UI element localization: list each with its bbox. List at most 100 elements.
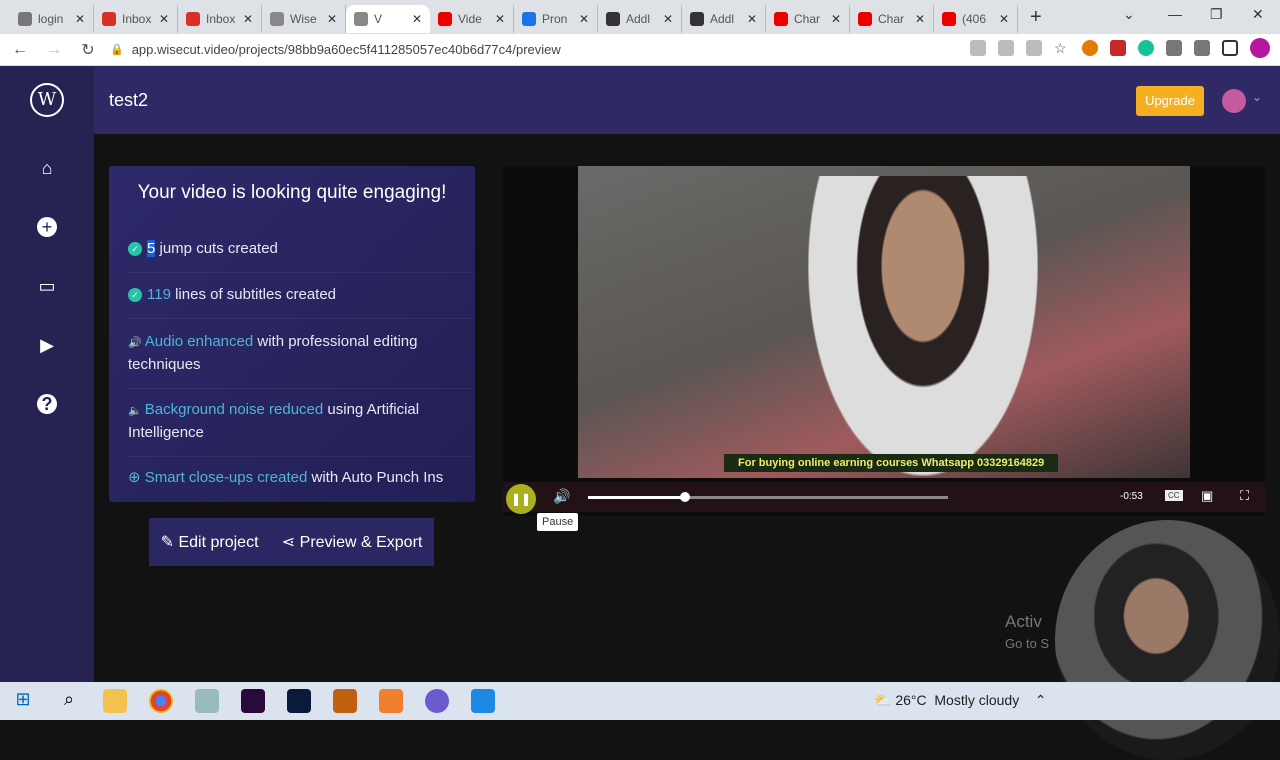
tab-search-icon[interactable]: ⌄ (1123, 6, 1135, 23)
chevron-up-icon[interactable]: ⌃ (1035, 692, 1047, 708)
close-tab-icon[interactable]: ✕ (495, 12, 505, 26)
picture-in-picture-icon[interactable]: ▣ (1201, 488, 1213, 504)
close-tab-icon[interactable]: ✕ (412, 12, 422, 26)
tab-title: Pron (542, 12, 568, 26)
chrome-icon[interactable] (149, 689, 173, 713)
close-tab-icon[interactable]: ✕ (663, 12, 673, 26)
lock-icon[interactable]: 🔒 (110, 43, 124, 56)
puzzle-icon[interactable] (1166, 40, 1182, 56)
browser-tab[interactable]: Vide ✕ (430, 5, 514, 33)
taskbar: ⊞ ⌕ ⛅ 26°C Mostly cloudy ⌃ (0, 682, 1280, 720)
app-icon[interactable] (195, 689, 219, 713)
browser-tab[interactable]: Inbox ✕ (94, 5, 178, 33)
star-icon[interactable]: ☆ (1054, 40, 1070, 56)
reload-icon[interactable]: ↻ (74, 40, 102, 60)
preview-export-button[interactable]: ⋖ Preview & Export (282, 532, 423, 552)
tab-title: Wise (290, 12, 317, 26)
close-tab-icon[interactable]: ✕ (75, 12, 85, 26)
close-tab-icon[interactable]: ✕ (831, 12, 841, 26)
weather-widget[interactable]: ⛅ 26°C Mostly cloudy ⌃ (874, 692, 1047, 709)
browser-tab[interactable]: V ✕ (346, 5, 430, 33)
edit-project-button[interactable]: ✎ Edit project (161, 532, 259, 552)
wisecut-logo[interactable]: W (30, 83, 64, 117)
seek-bar[interactable] (588, 492, 948, 502)
time-remaining: -0:53 (1120, 491, 1143, 502)
chevron-down-icon[interactable]: ⌄ (1252, 90, 1262, 104)
app-icon[interactable] (379, 689, 403, 713)
back-icon[interactable]: ← (6, 41, 34, 59)
app-icon[interactable] (471, 689, 495, 713)
minimize-button[interactable]: — (1168, 6, 1182, 22)
reading-list-icon[interactable] (1194, 40, 1210, 56)
grammarly-icon[interactable] (1138, 40, 1154, 56)
tab-title: Inbox (206, 12, 236, 26)
summary-item-jump-cuts: ✓ 5 jump cuts created (128, 238, 463, 260)
browser-tab[interactable]: Addl ✕ (598, 5, 682, 33)
favicon-icon (102, 12, 116, 26)
close-tab-icon[interactable]: ✕ (999, 12, 1009, 26)
pause-button[interactable]: ❚❚ (506, 484, 536, 514)
app-icon[interactable] (425, 689, 449, 713)
app-header: test2 Upgrade ⌄ (94, 66, 1280, 134)
folder-icon[interactable]: ▭ (37, 276, 57, 296)
search-icon[interactable]: ⌕ (57, 689, 81, 713)
url-field[interactable]: app.wisecut.video/projects/98bb9a60ec5f4… (132, 42, 561, 57)
zoom-in-icon: ⊕ (128, 469, 145, 486)
browser-tab[interactable]: (406 ✕ (934, 5, 1018, 33)
tab-bar: login ✕ Inbox ✕ Inbox ✕ Wise ✕ V ✕ Vide ✕ Pron ✕ Addl ✕… (0, 0, 1280, 34)
favicon-icon (438, 12, 452, 26)
browser-tab[interactable]: Pron ✕ (514, 5, 598, 33)
close-window-button[interactable]: ✕ (1252, 6, 1264, 23)
forward-icon[interactable]: → (40, 41, 68, 59)
help-icon[interactable]: ? (37, 394, 57, 414)
tab-title: Char (878, 12, 905, 26)
share-icon[interactable] (1026, 40, 1042, 56)
premiere-icon[interactable] (241, 689, 265, 713)
photoshop-icon[interactable] (287, 689, 311, 713)
tab-title: (406 (962, 12, 987, 26)
browser-tab[interactable]: Char ✕ (850, 5, 934, 33)
close-tab-icon[interactable]: ✕ (915, 12, 925, 26)
extension-icon[interactable] (1082, 40, 1098, 56)
close-tab-icon[interactable]: ✕ (579, 12, 589, 26)
side-panel-icon[interactable] (1222, 40, 1238, 56)
tab-title: V (374, 12, 383, 26)
browser-tab[interactable]: login ✕ (10, 5, 94, 33)
action-bar: ✎ Edit project ⋖ Preview & Export (149, 518, 434, 566)
close-tab-icon[interactable]: ✕ (243, 12, 253, 26)
restore-button[interactable]: ❐ (1210, 6, 1223, 23)
pause-tooltip: Pause (537, 513, 579, 531)
upgrade-button[interactable]: Upgrade (1136, 86, 1204, 116)
volume-icon[interactable]: 🔊 (553, 488, 570, 505)
video-frame[interactable]: For buying online earning courses Whatsa… (578, 166, 1190, 478)
captions-button[interactable]: CC (1165, 490, 1183, 501)
install-icon[interactable] (970, 40, 986, 56)
file-explorer-icon[interactable] (103, 689, 127, 713)
eye-off-icon[interactable] (998, 40, 1014, 56)
close-tab-icon[interactable]: ✕ (327, 12, 337, 26)
browser-tab[interactable]: Addl ✕ (682, 5, 766, 33)
video-library-icon[interactable]: ▶ (37, 335, 57, 355)
summary-heading: Your video is looking quite engaging! (137, 182, 447, 203)
favicon-icon (270, 12, 284, 26)
check-icon: ✓ (128, 288, 142, 303)
check-icon: ✓ (128, 242, 142, 257)
cloud-icon: ⛅ (874, 692, 892, 708)
tab-title: login (38, 12, 64, 26)
browser-tab[interactable]: Wise ✕ (262, 5, 346, 33)
profile-avatar[interactable] (1250, 38, 1270, 58)
home-icon[interactable]: ⌂ (37, 158, 57, 178)
fullscreen-icon[interactable]: ⛶ (1240, 488, 1249, 504)
user-avatar[interactable] (1222, 89, 1246, 113)
windows-start-icon[interactable]: ⊞ (11, 689, 35, 713)
extension-icon[interactable] (1110, 40, 1126, 56)
speaker-low-icon: 🔈 (128, 405, 145, 417)
app-icon[interactable] (333, 689, 357, 713)
close-tab-icon[interactable]: ✕ (747, 12, 757, 26)
browser-tab[interactable]: Char ✕ (766, 5, 850, 33)
add-icon[interactable]: + (37, 217, 57, 237)
video-player[interactable]: For buying online earning courses Whatsa… (503, 166, 1265, 516)
browser-tab[interactable]: Inbox ✕ (178, 5, 262, 33)
close-tab-icon[interactable]: ✕ (159, 12, 169, 26)
new-tab-button[interactable]: + (1030, 6, 1042, 29)
